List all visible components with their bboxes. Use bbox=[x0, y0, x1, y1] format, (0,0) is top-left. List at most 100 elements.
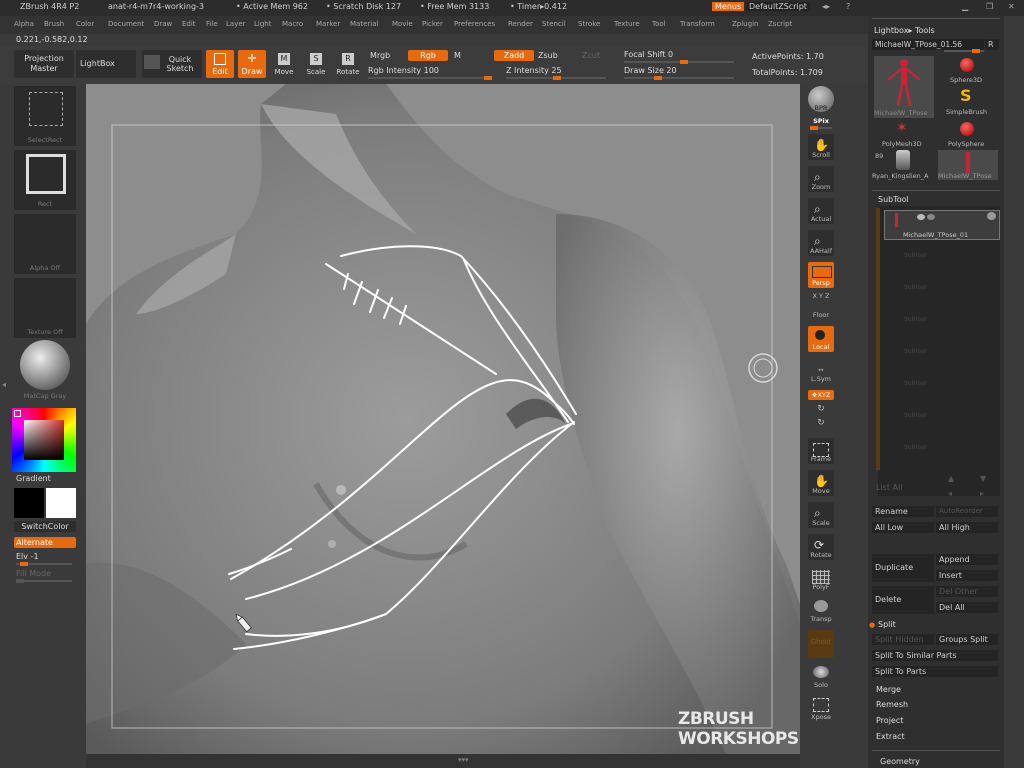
shelf-expand-left-icon[interactable]: ◂ bbox=[2, 380, 6, 389]
insert-button[interactable]: Insert bbox=[936, 570, 998, 581]
auto-reorder-button[interactable]: AutoReorder bbox=[936, 506, 998, 517]
current-tool-name[interactable]: MichaelW_TPose_01.56 bbox=[872, 39, 984, 50]
rgb-button[interactable]: Rgb bbox=[408, 50, 448, 61]
menus-button[interactable]: Menus bbox=[712, 2, 745, 11]
rotate-y-icon[interactable]: ↻ bbox=[802, 404, 840, 414]
lightbox-button[interactable]: LightBox bbox=[76, 50, 136, 78]
menu-item-marker[interactable]: Marker bbox=[316, 20, 340, 28]
mrgb-button[interactable]: Mrgb bbox=[370, 51, 390, 60]
fill-mode-label[interactable]: Fill Mode bbox=[16, 569, 51, 578]
menu-item-stroke[interactable]: Stroke bbox=[578, 20, 600, 28]
remesh-header[interactable]: Remesh bbox=[876, 700, 908, 709]
menu-item-tool[interactable]: Tool bbox=[652, 20, 666, 28]
subtool-slot[interactable]: Subtool bbox=[884, 242, 1000, 272]
menu-item-preferences[interactable]: Preferences bbox=[454, 20, 495, 28]
tray-scroll-strip[interactable] bbox=[1004, 16, 1024, 768]
all-low-button[interactable]: All Low bbox=[872, 522, 934, 533]
focal-shift-slider[interactable] bbox=[624, 60, 734, 64]
prev-icon[interactable]: ◂ bbox=[948, 489, 952, 498]
select-rect-button[interactable]: SelectRect bbox=[14, 86, 76, 146]
geometry-header[interactable]: Geometry bbox=[880, 757, 920, 766]
m-button[interactable]: M bbox=[454, 51, 461, 60]
move-button[interactable]: M Move bbox=[270, 50, 298, 78]
gradient-label[interactable]: Gradient bbox=[16, 474, 51, 483]
minimize-icon[interactable]: ▁ bbox=[962, 2, 968, 11]
ghost-button[interactable]: Ghost bbox=[808, 630, 834, 658]
subtool-scrollbar[interactable] bbox=[876, 208, 880, 470]
arrows-icon[interactable]: ◂▸ bbox=[822, 2, 830, 11]
groups-split-button[interactable]: Groups Split bbox=[936, 634, 998, 645]
project-header[interactable]: Project bbox=[876, 716, 903, 725]
draw-size-slider[interactable] bbox=[624, 76, 734, 80]
menu-item-draw[interactable]: Draw bbox=[154, 20, 172, 28]
split-hidden-button[interactable]: Split Hidden bbox=[872, 634, 934, 645]
fill-mode-slider[interactable] bbox=[16, 579, 72, 583]
subtool-slot[interactable]: Subtool bbox=[884, 370, 1000, 400]
merge-header[interactable]: Merge bbox=[876, 685, 901, 694]
split-similar-parts-button[interactable]: Split To Similar Parts bbox=[872, 650, 998, 661]
append-button[interactable]: Append bbox=[936, 554, 998, 565]
menu-item-color[interactable]: Color bbox=[76, 20, 94, 28]
alpha-button[interactable]: Alpha Off bbox=[14, 214, 76, 274]
menu-item-light[interactable]: Light bbox=[254, 20, 271, 28]
menu-item-layer[interactable]: Layer bbox=[226, 20, 246, 28]
ryan-tool-icon[interactable] bbox=[896, 150, 910, 170]
move-down-icon[interactable]: ▼ bbox=[980, 474, 986, 483]
lsym-button[interactable]: L.Sym bbox=[802, 375, 840, 383]
subtool-slot[interactable]: Subtool bbox=[884, 274, 1000, 304]
menu-item-zscript[interactable]: Zscript bbox=[768, 20, 792, 28]
xyz-button[interactable]: ❖XYZ bbox=[808, 390, 834, 400]
menu-item-zplugin[interactable]: Zplugin bbox=[732, 20, 758, 28]
menu-item-transform[interactable]: Transform bbox=[680, 20, 715, 28]
menu-item-alpha[interactable]: Alpha bbox=[14, 20, 34, 28]
close-icon[interactable]: ✕ bbox=[1008, 2, 1015, 11]
zsub-button[interactable]: Zsub bbox=[538, 51, 558, 60]
simplebrush-icon[interactable]: S bbox=[960, 86, 972, 105]
list-all-button[interactable]: List All bbox=[876, 483, 902, 492]
subtool-header[interactable]: SubTool bbox=[878, 195, 909, 204]
elv-slider[interactable] bbox=[16, 562, 72, 566]
spix-slider[interactable] bbox=[810, 126, 832, 130]
subtool-slot[interactable]: Subtool bbox=[884, 434, 1000, 464]
del-all-button[interactable]: Del All bbox=[936, 602, 998, 613]
scale-button[interactable]: S Scale bbox=[302, 50, 330, 78]
restore-icon[interactable]: ❐ bbox=[986, 2, 993, 11]
quick-sketch-button[interactable]: Quick Sketch bbox=[142, 50, 202, 78]
zcut-button[interactable]: Zcut bbox=[582, 51, 600, 60]
split-header[interactable]: Split bbox=[878, 620, 896, 629]
delete-button[interactable]: Delete bbox=[872, 586, 934, 614]
alternate-button[interactable]: Alternate bbox=[14, 537, 76, 548]
main-color-swatch[interactable] bbox=[46, 488, 76, 518]
rotate-button[interactable]: R Rotate bbox=[334, 50, 362, 78]
subtool-item-active[interactable]: MichaelW_TPose_01 bbox=[884, 210, 1000, 240]
switch-color-button[interactable]: SwitchColor bbox=[14, 521, 76, 532]
eye-icon[interactable] bbox=[987, 212, 996, 220]
material-button[interactable]: MatCap Gray bbox=[14, 340, 76, 402]
help-icon[interactable]: ? bbox=[846, 2, 850, 11]
zadd-button[interactable]: Zadd bbox=[494, 50, 534, 61]
menu-item-texture[interactable]: Texture bbox=[614, 20, 640, 28]
secondary-color-swatch[interactable] bbox=[14, 488, 44, 518]
edit-button[interactable]: Edit bbox=[206, 50, 234, 78]
tool-slider[interactable] bbox=[944, 49, 984, 53]
z-intensity-slider[interactable] bbox=[506, 76, 606, 80]
projection-master-button[interactable]: Projection Master bbox=[14, 50, 74, 78]
polysphere-icon[interactable] bbox=[960, 122, 974, 136]
shelf-expand-bottom-icon[interactable]: ▾▾▾ bbox=[458, 756, 469, 764]
subtool-slot[interactable]: Subtool bbox=[884, 338, 1000, 368]
rename-button[interactable]: Rename bbox=[872, 506, 934, 517]
draw-button[interactable]: ✛ Draw bbox=[238, 50, 266, 78]
r-button[interactable]: R bbox=[985, 39, 999, 50]
texture-button[interactable]: Texture Off bbox=[14, 278, 76, 338]
subtool-slot[interactable]: Subtool bbox=[884, 306, 1000, 336]
visibility-icon[interactable] bbox=[917, 214, 925, 220]
menu-item-material[interactable]: Material bbox=[350, 20, 378, 28]
menu-item-macro[interactable]: Macro bbox=[282, 20, 303, 28]
color-picker[interactable] bbox=[12, 408, 76, 472]
floor-button[interactable]: Floor bbox=[802, 311, 840, 319]
default-zscript-button[interactable]: DefaultZScript bbox=[746, 2, 810, 11]
split-to-parts-button[interactable]: Split To Parts bbox=[872, 666, 998, 677]
menu-item-render[interactable]: Render bbox=[508, 20, 533, 28]
menu-item-file[interactable]: File bbox=[206, 20, 218, 28]
subtool-slot[interactable]: Subtool bbox=[884, 402, 1000, 432]
